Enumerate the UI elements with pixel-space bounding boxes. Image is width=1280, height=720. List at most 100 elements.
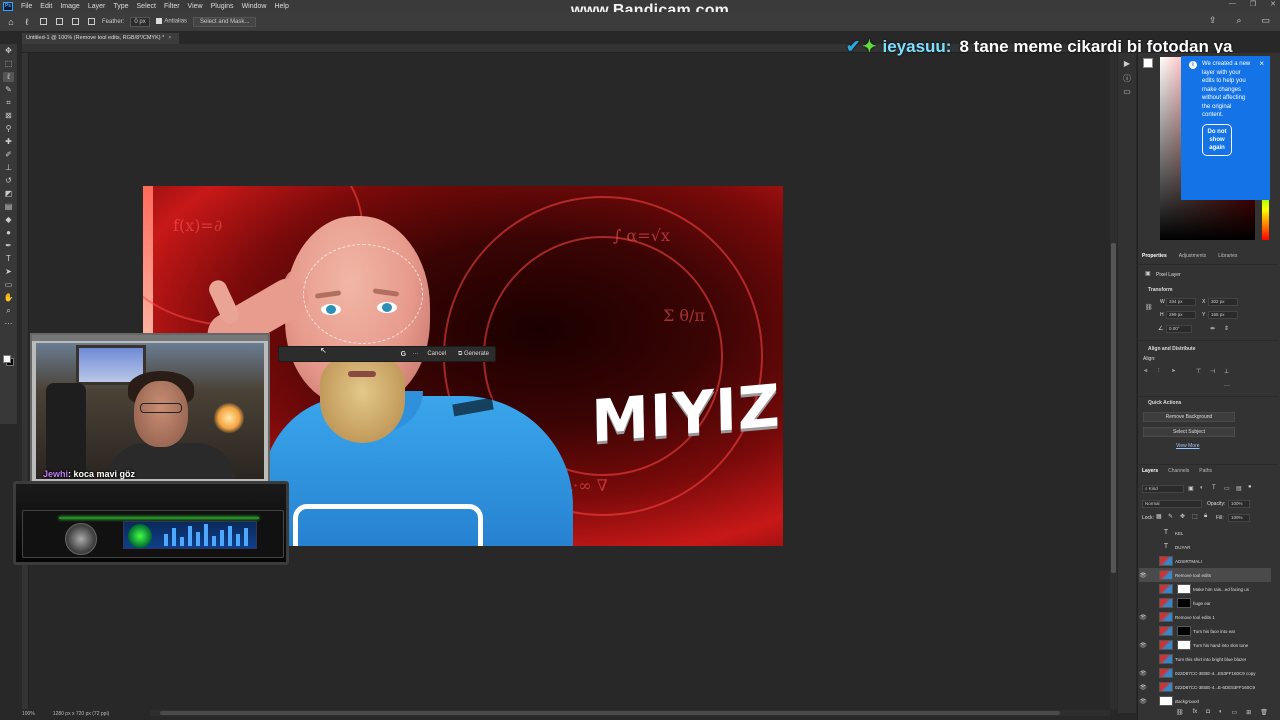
layer-row[interactable]: 👁︎ 022D87CC-3EBE-4...E-6DE53FF160C9 <box>1139 680 1271 694</box>
foreground-color-swatch[interactable] <box>3 355 11 363</box>
align-middle-icon[interactable]: ⊣ <box>1210 368 1215 375</box>
adjustment-layer-icon[interactable]: ◐ <box>1219 709 1223 716</box>
zoom-level[interactable]: 100% <box>22 711 35 717</box>
type-tool-icon[interactable]: T <box>3 254 14 264</box>
generate-icon[interactable]: G <box>397 351 409 358</box>
layer-row[interactable]: T KEL <box>1139 526 1271 540</box>
generate-button[interactable]: ⧉ Generate <box>452 351 495 358</box>
flip-horizontal-icon[interactable]: ⇹ <box>1210 325 1215 332</box>
filter-adjustment-icon[interactable]: ◐ <box>1200 485 1204 491</box>
lock-position-icon[interactable]: ✥ <box>1180 513 1185 520</box>
clone-stamp-tool-icon[interactable]: ⊥ <box>3 163 14 173</box>
do-not-show-again-button[interactable]: Do not show again <box>1202 123 1232 156</box>
scroll-thumb[interactable] <box>160 711 1060 715</box>
subtract-selection-icon[interactable] <box>70 17 80 27</box>
link-icon[interactable]: ⛓ <box>1145 304 1153 311</box>
tab-paths[interactable]: Paths <box>1199 468 1212 478</box>
lock-image-icon[interactable]: ✎ <box>1168 513 1173 520</box>
frame-tool-icon[interactable]: ⊠ <box>3 111 14 121</box>
lock-all-icon[interactable]: 🔒︎ <box>1204 513 1207 520</box>
height-input[interactable]: 299 px <box>1166 311 1196 319</box>
eye-icon[interactable]: 👁︎ <box>1139 684 1147 691</box>
layer-row[interactable]: Turn his face into ear <box>1139 624 1271 638</box>
layer-row[interactable]: T DUYAR <box>1139 540 1271 554</box>
layer-mask-thumbnail[interactable] <box>1177 626 1191 636</box>
layer-mask-thumbnail[interactable] <box>1177 640 1191 650</box>
brush-tool-icon[interactable]: ✐ <box>3 150 14 160</box>
layer-mask-thumbnail[interactable] <box>1177 598 1191 608</box>
new-layer-icon[interactable]: ⊞ <box>1246 709 1251 716</box>
scroll-thumb[interactable] <box>1111 243 1116 573</box>
filter-smart-icon[interactable]: ▤ <box>1236 485 1242 492</box>
group-icon[interactable]: ▭ <box>1232 709 1238 716</box>
play-icon[interactable]: ▶ <box>1122 59 1132 68</box>
home-icon[interactable]: ⌂ <box>6 17 16 27</box>
angle-input[interactable]: 0.00° <box>1166 325 1192 333</box>
select-and-mask-button[interactable]: Select and Mask... <box>193 16 257 27</box>
crop-tool-icon[interactable]: ⌗ <box>3 98 14 108</box>
opacity-input[interactable]: 100% <box>1228 500 1250 508</box>
eye-icon[interactable]: 👁︎ <box>1139 642 1147 649</box>
layer-row[interactable]: ADSIRTMALI <box>1139 554 1271 568</box>
lasso-tool-icon[interactable]: ℓ <box>22 17 32 27</box>
add-mask-icon[interactable]: ◘ <box>1206 709 1210 716</box>
intersect-selection-icon[interactable] <box>86 17 96 27</box>
cancel-button[interactable]: Cancel <box>421 351 452 357</box>
layer-row[interactable]: 👁︎ Background <box>1139 694 1271 708</box>
marquee-tool-icon[interactable]: ⬚ <box>3 59 14 69</box>
width-input[interactable]: 334 px <box>1166 298 1196 306</box>
feather-input[interactable]: 0 px <box>130 16 151 27</box>
layer-row[interactable]: 👁︎ 022D87CC-3EBE-4...E53FF160C9 copy <box>1139 666 1271 680</box>
comment-icon[interactable]: ▭ <box>1122 87 1132 96</box>
document-tab[interactable]: Untitled-1 @ 100% (Remove tool edits, RG… <box>22 33 180 44</box>
color-panel-swatch[interactable] <box>1143 58 1153 68</box>
share-icon[interactable]: ⇪ <box>1209 15 1217 26</box>
lock-transparent-icon[interactable]: ▦ <box>1156 513 1162 520</box>
filter-toggle-icon[interactable]: ● <box>1248 484 1252 490</box>
info-icon[interactable]: ⓘ <box>1122 73 1132 84</box>
quick-actions-title[interactable]: Quick Actions <box>1148 400 1181 406</box>
more-tools-icon[interactable]: ⋯ <box>3 319 14 329</box>
close-tab-icon[interactable]: × <box>168 35 171 41</box>
history-brush-tool-icon[interactable]: ↺ <box>3 176 14 186</box>
eye-icon[interactable]: 👁︎ <box>1139 698 1147 705</box>
fill-input[interactable]: 100% <box>1228 514 1250 522</box>
view-more-link[interactable]: View More <box>1176 443 1200 449</box>
search-icon[interactable]: ⌕ <box>1236 15 1241 26</box>
select-subject-button[interactable]: Select Subject <box>1143 427 1235 437</box>
new-selection-icon[interactable] <box>38 17 48 27</box>
zoom-tool-icon[interactable]: ⌕ <box>3 306 14 316</box>
remove-background-button[interactable]: Remove Background <box>1143 412 1235 422</box>
layer-mask-thumbnail[interactable] <box>1177 584 1191 594</box>
transform-title[interactable]: Transform <box>1148 287 1172 293</box>
pen-tool-icon[interactable]: ✒ <box>3 241 14 251</box>
quick-selection-tool-icon[interactable]: ✎ <box>3 85 14 95</box>
tab-layers[interactable]: Layers <box>1142 468 1158 478</box>
tab-libraries[interactable]: Libraries <box>1218 253 1237 263</box>
lasso-tool-icon[interactable]: ℓ <box>3 72 14 82</box>
blend-mode-select[interactable]: Normal <box>1142 500 1202 508</box>
delete-layer-icon[interactable]: 🗑︎ <box>1260 709 1268 716</box>
filter-type-icon[interactable]: T <box>1212 485 1216 491</box>
eyedropper-tool-icon[interactable]: ⚲ <box>3 124 14 134</box>
more-options-icon[interactable]: ··· <box>409 351 421 357</box>
layer-row[interactable]: 👁︎ Remove tool edits 1 <box>1139 610 1271 624</box>
blur-tool-icon[interactable]: ◆ <box>3 215 14 225</box>
gradient-tool-icon[interactable]: ▤ <box>3 202 14 212</box>
horizontal-scrollbar[interactable] <box>150 710 1110 716</box>
align-bottom-icon[interactable]: ⊥ <box>1224 368 1229 375</box>
link-layers-icon[interactable]: ⛓ <box>1176 709 1184 716</box>
path-selection-tool-icon[interactable]: ➤ <box>3 267 14 277</box>
add-selection-icon[interactable] <box>54 17 64 27</box>
generative-prompt-input[interactable] <box>279 347 397 361</box>
lock-artboard-icon[interactable]: ⬚ <box>1192 513 1198 520</box>
align-right-icon[interactable]: ⫸ <box>1172 368 1175 375</box>
eraser-tool-icon[interactable]: ◩ <box>3 189 14 199</box>
filter-shape-icon[interactable]: ▭ <box>1224 485 1230 492</box>
y-input[interactable]: 165 px <box>1208 311 1238 319</box>
eye-icon[interactable]: 👁︎ <box>1139 614 1147 621</box>
tab-properties[interactable]: Properties <box>1142 253 1167 263</box>
workspace-icon[interactable]: ▭ <box>1261 15 1270 26</box>
hand-tool-icon[interactable]: ✋ <box>3 293 14 303</box>
eye-icon[interactable]: 👁︎ <box>1139 670 1147 677</box>
